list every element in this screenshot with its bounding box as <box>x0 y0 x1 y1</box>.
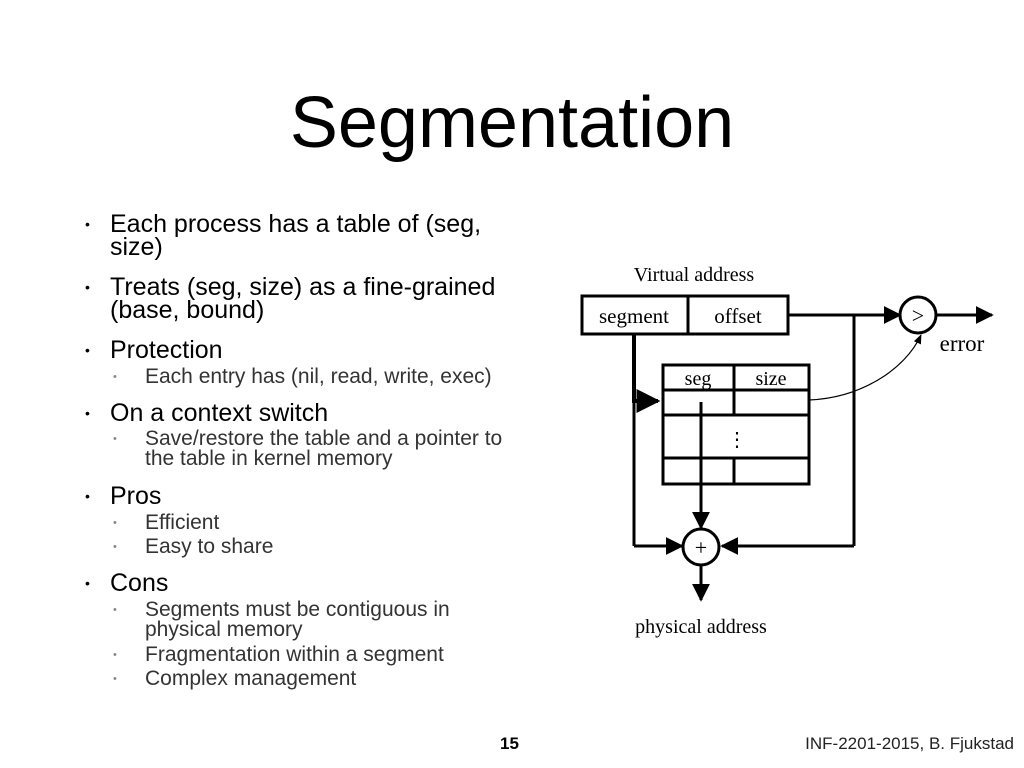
segment-field: segment <box>599 304 669 328</box>
compare-operator: > <box>912 303 924 328</box>
table-header-seg: seg <box>685 368 712 390</box>
adder-operator: + <box>695 535 707 560</box>
segmentation-diagram: Virtual address segment offset > error s… <box>580 264 994 638</box>
virtual-address-label: Virtual address <box>634 264 755 286</box>
error-label: error <box>940 331 985 356</box>
footer-course: INF-2201-2015, B. Fjukstad <box>805 734 1014 753</box>
offset-field: offset <box>714 304 762 328</box>
segment-to-table-arrow <box>632 334 661 413</box>
page-number: 15 <box>500 734 519 753</box>
physical-address-label: physical address <box>635 616 767 638</box>
table-ellipsis: ⋮ <box>727 429 747 451</box>
size-to-compare-arrow <box>808 334 922 401</box>
table-header-size: size <box>755 368 786 390</box>
